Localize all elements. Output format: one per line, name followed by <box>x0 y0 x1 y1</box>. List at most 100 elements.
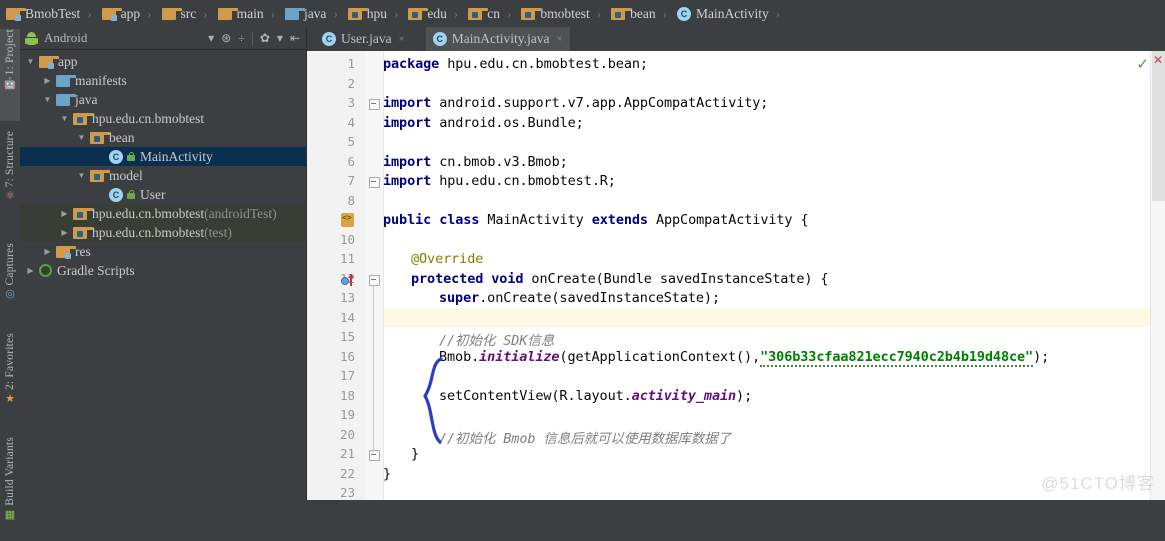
rail-item-build-variants[interactable]: Build Variants ▦ <box>0 437 20 541</box>
line-number: 7 <box>347 173 355 188</box>
breadcrumb-item-label: BmobTest <box>25 5 81 21</box>
line-number: 4 <box>347 114 355 130</box>
breadcrumb-item-mainactivity[interactable]: C MainActivity › <box>671 0 784 27</box>
tree-item-selected[interactable]: C MainActivity <box>20 147 306 166</box>
rail-item-label: 2: Favorites <box>4 333 16 391</box>
tree-expand-arrow[interactable]: ▼ <box>41 95 54 104</box>
fold-toggle-icon[interactable] <box>369 450 380 461</box>
breadcrumb-item-edu[interactable]: edu › <box>402 0 462 27</box>
project-view-selector-label[interactable]: Android <box>44 30 87 46</box>
fold-toggle-icon[interactable] <box>369 274 380 286</box>
lock-icon <box>127 152 135 161</box>
code-token: setContentView(R.layout. <box>439 387 632 404</box>
tree-item[interactable]: ▶ manifests <box>20 71 306 90</box>
tree-expand-arrow[interactable]: ▶ <box>58 209 71 218</box>
line-number: 16 <box>339 348 355 364</box>
editor-gutter[interactable]: 1234567891011121314151617181920212223 <box>307 51 366 500</box>
rail-item-structure[interactable]: 7: Structure ⚛ <box>0 131 20 235</box>
breadcrumb-item-app[interactable]: app › <box>96 0 156 27</box>
gradle-icon <box>39 264 52 277</box>
breadcrumb-item-java[interactable]: java › <box>279 0 342 27</box>
tree-item[interactable]: ▶ hpu.edu.cn.bmobtest (androidTest) <box>20 204 306 223</box>
green-check-icon[interactable]: ✓ <box>1136 55 1149 73</box>
editor-tab-mainactivity[interactable]: C MainActivity.java × <box>425 27 570 51</box>
java-class-icon: C <box>676 6 691 21</box>
code-token: protected void <box>411 270 524 287</box>
tree-item[interactable]: ▼ model <box>20 166 306 185</box>
settings-gear-icon[interactable]: ✿ <box>260 31 270 46</box>
breadcrumb-item-hpu[interactable]: hpu › <box>342 0 403 27</box>
rail-item-label: Build Variants <box>4 437 16 506</box>
project-tree[interactable]: ▼ app ▶ manifests ▼ java ▼ hpu.edu.cn.bmobtest ▼… <box>20 50 306 280</box>
red-close-icon[interactable]: ✕ <box>1153 53 1163 67</box>
code-token: ); <box>736 387 753 404</box>
code-text-area[interactable]: package hpu.edu.cn.bmobtest.bean; import … <box>383 51 1151 500</box>
code-line: import hpu.edu.cn.bmobtest.R; <box>383 173 616 189</box>
tree-expand-arrow[interactable]: ▶ <box>41 76 54 85</box>
res-folder-icon <box>56 245 76 259</box>
tree-item[interactable]: ▼ hpu.edu.cn.bmobtest <box>20 109 306 128</box>
settings-dropdown-icon[interactable]: ▾ <box>277 31 283 46</box>
code-token: import <box>383 173 432 189</box>
tree-expand-arrow[interactable]: ▶ <box>24 266 37 275</box>
override-method-icon[interactable] <box>341 273 355 288</box>
line-number: 23 <box>339 485 355 500</box>
tree-expand-arrow[interactable]: ▶ <box>41 247 54 256</box>
class-marker-icon[interactable] <box>341 213 354 227</box>
android-head-icon <box>25 31 38 45</box>
breadcrumb-item-src[interactable]: src › <box>156 0 212 27</box>
code-token: } <box>383 465 392 482</box>
tree-item[interactable]: ▶ hpu.edu.cn.bmobtest (test) <box>20 223 306 242</box>
code-line: package hpu.edu.cn.bmobtest.bean; <box>383 56 648 72</box>
java-class-icon: C <box>322 32 336 46</box>
fold-toggle-icon[interactable] <box>369 99 380 110</box>
tree-expand-arrow[interactable]: ▼ <box>24 57 37 66</box>
collapse-all-icon[interactable]: ÷ <box>238 31 245 46</box>
fold-toggle-icon[interactable] <box>369 177 380 188</box>
breadcrumb-item-main[interactable]: main › <box>212 0 279 27</box>
breadcrumb-item-bean[interactable]: bean › <box>605 0 671 27</box>
line-number: 2 <box>347 75 355 91</box>
code-editor[interactable]: 1234567891011121314151617181920212223 pa… <box>307 51 1165 500</box>
tree-item[interactable]: C User <box>20 185 306 204</box>
locate-icon[interactable]: ⊛ <box>221 31 231 46</box>
tree-item[interactable]: ▶ Gradle Scripts <box>20 261 306 280</box>
editor-tab-user[interactable]: C User.java × <box>315 27 412 51</box>
breadcrumb-separator: › <box>147 5 152 21</box>
tree-item-label: app <box>58 53 78 69</box>
tree-expand-arrow[interactable]: ▼ <box>75 133 88 142</box>
tree-item-label: Gradle Scripts <box>57 262 135 278</box>
tree-expand-arrow[interactable]: ▶ <box>58 228 71 237</box>
rail-item-project[interactable]: 1: Project 🤖 <box>0 29 20 121</box>
code-token: package <box>383 56 440 72</box>
rail-item-favorites[interactable]: 2: Favorites ★ <box>0 333 20 429</box>
code-token: import <box>383 95 432 111</box>
tree-item[interactable]: ▼ java <box>20 90 306 109</box>
rail-item-label: 1: Project <box>4 29 16 76</box>
android-icon: 🤖 <box>3 78 17 91</box>
breadcrumb-item-bmobtest[interactable]: BmobTest › <box>0 0 96 27</box>
rail-item-captures[interactable]: Captures ◎ <box>0 243 20 325</box>
tree-item[interactable]: ▼ app <box>20 52 306 71</box>
folder-blue-icon <box>56 93 76 106</box>
package-icon <box>90 131 110 144</box>
breadcrumb-item-cn[interactable]: cn › <box>462 0 515 27</box>
hide-panel-icon[interactable]: ⇤ <box>290 31 300 46</box>
rail-item-label: 7: Structure <box>4 131 16 188</box>
tree-item-label: bean <box>109 129 135 145</box>
tab-close-icon[interactable]: × <box>399 33 405 45</box>
tree-expand-arrow[interactable]: ▼ <box>75 171 88 180</box>
tree-item[interactable]: ▶ res <box>20 242 306 261</box>
tree-item[interactable]: ▼ bean <box>20 128 306 147</box>
structure-icon: ⚛ <box>5 190 15 203</box>
folder-package-icon <box>408 7 429 20</box>
view-mode-dropdown[interactable]: ▾ <box>208 31 214 46</box>
line-number: 15 <box>339 329 355 344</box>
fold-column[interactable] <box>365 51 384 500</box>
breadcrumb-item-bmobtest[interactable]: bmobtest › <box>515 0 605 27</box>
line-number: 10 <box>339 231 355 247</box>
scrollbar-thumb[interactable] <box>1152 51 1165 201</box>
tree-expand-arrow[interactable]: ▼ <box>58 114 71 123</box>
tab-close-icon[interactable]: × <box>557 33 563 45</box>
editor-scrollbar[interactable] <box>1150 51 1165 500</box>
